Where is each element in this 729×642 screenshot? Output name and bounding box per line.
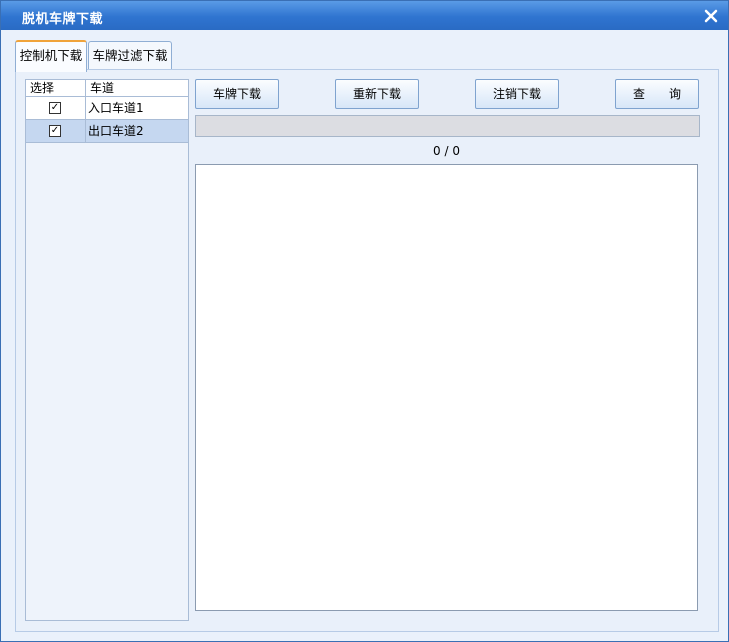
progress-counter: 0 / 0 <box>433 144 460 158</box>
lane-checkbox[interactable]: ✓ <box>49 102 61 114</box>
lane-checkbox[interactable]: ✓ <box>49 125 61 137</box>
title-bar[interactable]: 脱机车牌下载 <box>1 1 728 30</box>
tab-controller-download[interactable]: 控制机下载 <box>15 40 87 72</box>
table-row[interactable]: ✓ 出口车道2 <box>26 120 188 143</box>
window-title: 脱机车牌下载 <box>22 12 104 27</box>
download-progress-bar <box>195 115 700 137</box>
tab-plate-filter-download[interactable]: 车牌过滤下载 <box>88 41 172 70</box>
select-cell: ✓ <box>26 120 86 142</box>
cancel-download-button[interactable]: 注销下载 <box>475 79 559 109</box>
re-download-button[interactable]: 重新下载 <box>335 79 419 109</box>
column-header-lane[interactable]: 车道 <box>86 80 186 96</box>
close-button[interactable] <box>701 6 721 26</box>
plate-download-button[interactable]: 车牌下载 <box>195 79 279 109</box>
tab-panel: 选择 车道 ✓ 入口车道1 ✓ 出口车道2 车牌下载 重新下载 注销下载 查 询 <box>15 69 719 632</box>
tab-strip: 控制机下载 车牌过滤下载 <box>15 40 715 72</box>
lane-table-header: 选择 车道 <box>26 80 188 97</box>
result-list-area[interactable] <box>195 164 698 611</box>
select-cell: ✓ <box>26 97 86 119</box>
lane-name: 入口车道1 <box>88 101 144 115</box>
table-row[interactable]: ✓ 入口车道1 <box>26 97 188 120</box>
query-button[interactable]: 查 询 <box>615 79 699 109</box>
lane-name: 出口车道2 <box>88 124 144 138</box>
close-icon <box>704 9 718 23</box>
column-header-select[interactable]: 选择 <box>26 80 86 96</box>
lane-list: 选择 车道 ✓ 入口车道1 ✓ 出口车道2 <box>25 79 189 621</box>
download-window: 脱机车牌下载 控制机下载 车牌过滤下载 选择 车道 ✓ 入口车道1 ✓ 出口车道… <box>0 0 729 642</box>
